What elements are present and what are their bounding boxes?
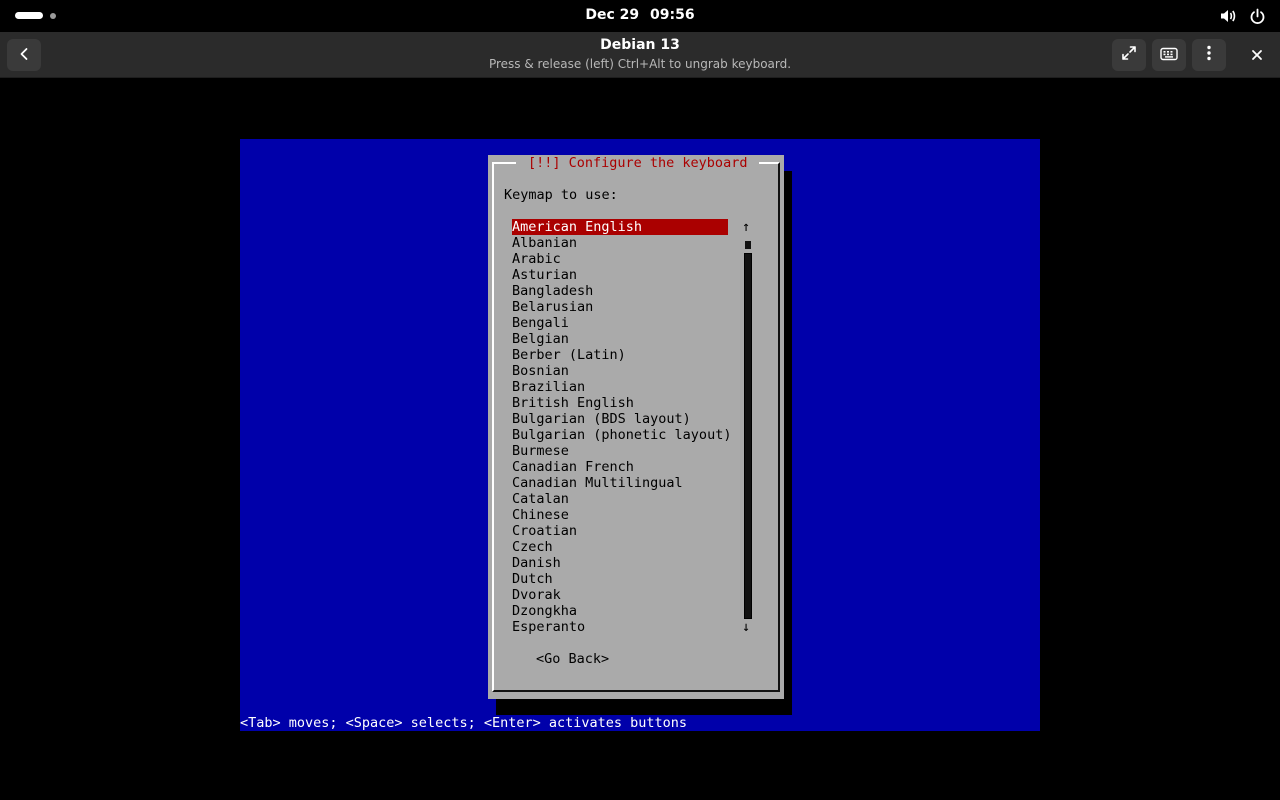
app-header-bar: Debian 13 Press & release (left) Ctrl+Al… xyxy=(0,32,1280,78)
keymap-list-item[interactable]: Berber (Latin) xyxy=(512,347,728,363)
keymap-list-item[interactable]: Dutch xyxy=(512,571,728,587)
keymap-list-item[interactable]: Asturian xyxy=(512,267,728,283)
system-tray[interactable] xyxy=(1219,7,1266,25)
keymap-list-item[interactable]: Croatian xyxy=(512,523,728,539)
clock[interactable]: Dec 29 09:56 xyxy=(0,7,1280,23)
keymap-scrollbar[interactable]: ↑ ↓ xyxy=(740,219,756,635)
close-window-button[interactable] xyxy=(1240,39,1274,71)
window-subtitle: Press & release (left) Ctrl+Alt to ungra… xyxy=(488,57,792,71)
keymap-list-item[interactable]: Bulgarian (phonetic layout) xyxy=(512,427,731,443)
keymap-list-item[interactable]: Dvorak xyxy=(512,587,728,603)
scroll-down-arrow-icon[interactable]: ↓ xyxy=(742,619,750,635)
scroll-up-arrow-icon[interactable]: ↑ xyxy=(742,219,750,235)
keyboard-icon xyxy=(1160,46,1178,65)
keymap-list-item[interactable]: Bulgarian (BDS layout) xyxy=(512,411,728,427)
system-top-bar: Dec 29 09:56 xyxy=(0,0,1280,32)
keymap-list-item[interactable]: Arabic xyxy=(512,251,728,267)
dialog-title: [!!] Configure the keyboard xyxy=(516,155,760,171)
keymap-list-item[interactable]: Bengali xyxy=(512,315,728,331)
clock-date: Dec 29 xyxy=(585,7,640,23)
keymap-list-item[interactable]: Esperanto xyxy=(512,619,728,635)
go-back-button[interactable]: <Go Back> xyxy=(536,651,609,667)
keymap-list-item[interactable]: Dzongkha xyxy=(512,603,728,619)
fullscreen-icon xyxy=(1121,45,1137,65)
fullscreen-button[interactable] xyxy=(1112,39,1146,71)
window-title: Debian 13 xyxy=(600,37,680,53)
menu-button[interactable] xyxy=(1192,39,1226,71)
keymap-list-item[interactable]: British English xyxy=(512,395,728,411)
keymap-list-item[interactable]: Canadian French xyxy=(512,459,728,475)
keymap-list[interactable]: American English Albanian Arabic Asturian Ba… xyxy=(512,219,731,635)
configure-keyboard-dialog: [!!] Configure the keyboard Keymap to us… xyxy=(488,155,784,699)
power-icon[interactable] xyxy=(1249,8,1266,25)
keymap-list-item[interactable]: Bangladesh xyxy=(512,283,728,299)
keymap-list-item[interactable]: Bosnian xyxy=(512,363,728,379)
vm-display[interactable]: [!!] Configure the keyboard Keymap to us… xyxy=(240,139,1040,731)
help-line: <Tab> moves; <Space> selects; <Enter> ac… xyxy=(240,715,688,731)
close-icon xyxy=(1251,46,1263,65)
keymap-list-item[interactable]: Chinese xyxy=(512,507,728,523)
keymap-list-item[interactable]: Belarusian xyxy=(512,299,728,315)
keymap-list-item[interactable]: Belgian xyxy=(512,331,728,347)
scrollbar-thumb[interactable] xyxy=(745,241,751,249)
keymap-list-item[interactable]: Canadian Multilingual xyxy=(512,475,728,491)
clock-time: 09:56 xyxy=(650,7,695,23)
keymap-list-item[interactable]: American English xyxy=(512,219,728,235)
volume-icon[interactable] xyxy=(1219,7,1237,25)
keymap-list-item[interactable]: Czech xyxy=(512,539,728,555)
scrollbar-track[interactable] xyxy=(744,253,752,619)
kebab-menu-icon xyxy=(1206,45,1212,65)
keymap-list-item[interactable]: Catalan xyxy=(512,491,728,507)
send-keys-button[interactable] xyxy=(1152,39,1186,71)
keymap-list-item[interactable]: Albanian xyxy=(512,235,728,251)
keymap-list-item[interactable]: Danish xyxy=(512,555,728,571)
keymap-list-item[interactable]: Brazilian xyxy=(512,379,728,395)
keymap-list-item[interactable]: Burmese xyxy=(512,443,728,459)
keymap-prompt: Keymap to use: xyxy=(504,187,618,203)
